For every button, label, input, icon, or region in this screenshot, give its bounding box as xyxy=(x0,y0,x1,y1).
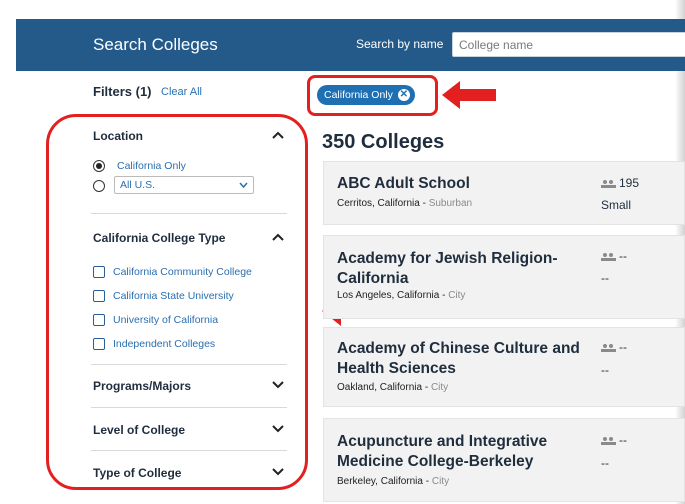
enrollment-value: 195 xyxy=(619,176,640,190)
college-city: Los Angeles, California xyxy=(337,290,440,301)
people-icon xyxy=(601,252,616,261)
college-size: -- xyxy=(601,456,609,470)
college-card[interactable]: Academy for Jewish Religion-California L… xyxy=(323,235,685,319)
college-setting: City xyxy=(430,382,449,393)
filters-heading: Filters (1) xyxy=(93,84,152,99)
college-enrollment: -- xyxy=(601,340,627,354)
college-city: Oakland, California xyxy=(337,382,423,393)
college-name[interactable]: ABC Adult School xyxy=(337,174,587,194)
college-enrollment: -- xyxy=(601,249,627,263)
enrollment-value: -- xyxy=(619,249,627,263)
college-location: Oakland, California - City xyxy=(337,382,449,393)
college-name[interactable]: Academy for Jewish Religion-California xyxy=(337,249,587,289)
college-location: Cerritos, California - Suburban xyxy=(337,198,473,209)
clear-all-link[interactable]: Clear All xyxy=(161,86,202,98)
annotation-arrow-left-icon xyxy=(442,81,496,109)
close-icon[interactable]: ✕ xyxy=(397,89,410,101)
college-city: Berkeley, California xyxy=(337,476,423,487)
top-header: Search Colleges Search by name xyxy=(16,19,685,71)
college-enrollment: 195 xyxy=(601,176,639,190)
college-card[interactable]: Acupuncture and Integrative Medicine Col… xyxy=(323,418,685,502)
college-name[interactable]: Academy of Chinese Culture and Health Sc… xyxy=(337,339,587,379)
college-card[interactable]: ABC Adult School Cerritos, California - … xyxy=(323,161,685,225)
college-enrollment: -- xyxy=(601,433,627,447)
enrollment-value: -- xyxy=(619,340,627,354)
college-setting: City xyxy=(448,290,466,301)
annotation-sidebar-highlight xyxy=(46,114,308,490)
people-icon xyxy=(601,343,616,352)
college-location: Los Angeles, California - City xyxy=(337,290,466,301)
college-name[interactable]: Acupuncture and Integrative Medicine Col… xyxy=(337,432,587,472)
enrollment-value: -- xyxy=(619,433,627,447)
college-setting: City xyxy=(431,476,450,487)
college-size: -- xyxy=(601,271,609,285)
college-card[interactable]: Academy of Chinese Culture and Health Sc… xyxy=(323,327,685,407)
college-city: Cerritos, California xyxy=(337,198,420,209)
college-location: Berkeley, California - City xyxy=(337,476,450,487)
search-input[interactable] xyxy=(452,32,685,57)
college-size: Small xyxy=(601,198,632,212)
active-filter-chip[interactable]: California Only ✕ xyxy=(317,85,415,105)
chip-label: California Only xyxy=(324,89,393,101)
people-icon xyxy=(601,436,616,445)
college-setting: Suburban xyxy=(428,198,473,209)
page-title: Search Colleges xyxy=(93,35,218,54)
results-count: 350 Colleges xyxy=(322,131,445,153)
search-label: Search by name xyxy=(356,37,444,51)
college-size: -- xyxy=(601,363,609,377)
people-icon xyxy=(601,179,616,188)
